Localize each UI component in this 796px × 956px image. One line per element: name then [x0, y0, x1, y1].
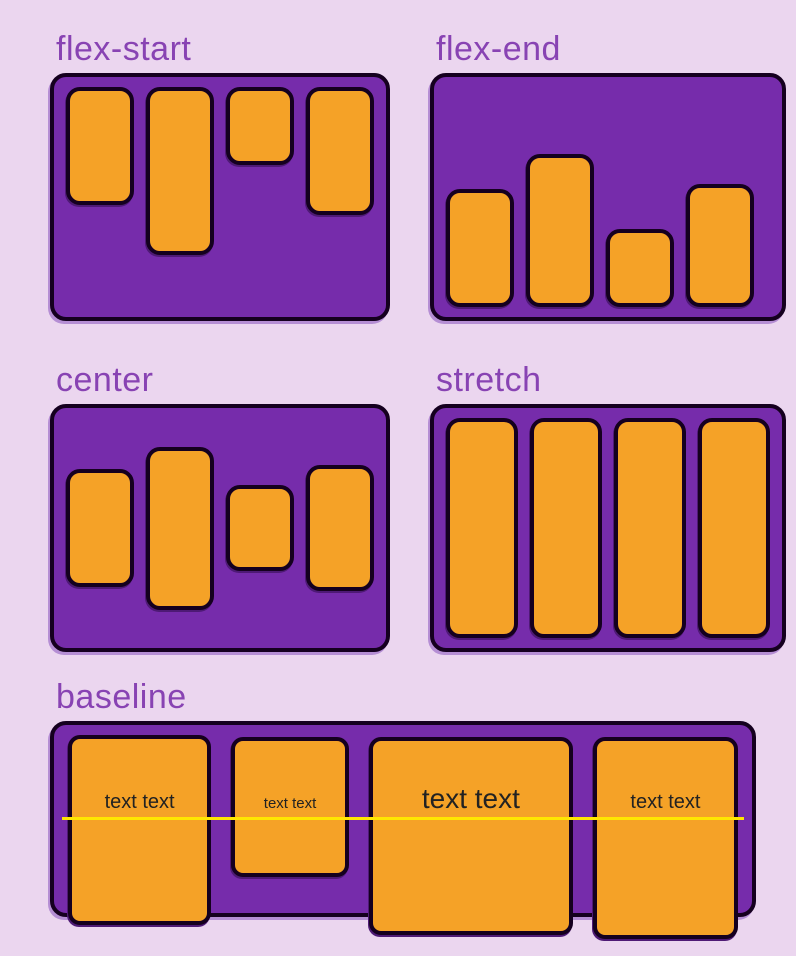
item-text: text text	[630, 791, 700, 814]
flex-item	[530, 418, 602, 638]
flex-item	[446, 418, 518, 638]
flex-item	[226, 485, 294, 571]
label-baseline: baseline	[56, 678, 756, 717]
flex-item	[526, 154, 594, 307]
flex-item	[306, 465, 374, 591]
flex-item	[226, 87, 294, 165]
container-stretch	[430, 404, 786, 652]
example-flex-end: flex-end	[430, 30, 786, 321]
example-stretch: stretch	[430, 361, 786, 652]
flex-item: text text	[593, 737, 738, 939]
label-flex-end: flex-end	[436, 30, 786, 69]
label-center: center	[56, 361, 390, 400]
flex-item	[66, 469, 134, 587]
flex-item	[146, 447, 214, 610]
flex-item	[146, 87, 214, 255]
flex-item	[698, 418, 770, 638]
example-flex-start: flex-start	[50, 30, 390, 321]
flex-item	[614, 418, 686, 638]
item-text: text text	[422, 783, 520, 815]
example-baseline: baseline text text text text text text t…	[0, 678, 796, 917]
flex-item	[606, 229, 674, 307]
flex-item	[686, 184, 754, 307]
baseline-guide-line	[62, 817, 744, 820]
flex-item: text text	[231, 737, 349, 877]
flex-item	[66, 87, 134, 205]
container-baseline: text text text text text text text text	[50, 721, 756, 917]
container-flex-start	[50, 73, 390, 321]
flex-item: text text	[68, 735, 211, 925]
flex-item	[446, 189, 514, 307]
example-center: center	[50, 361, 390, 652]
label-flex-start: flex-start	[56, 30, 390, 69]
flex-item	[306, 87, 374, 215]
flex-item: text text	[369, 737, 573, 935]
item-text: text text	[264, 795, 317, 812]
container-center	[50, 404, 390, 652]
label-stretch: stretch	[436, 361, 786, 400]
container-flex-end	[430, 73, 786, 321]
item-text: text text	[105, 791, 175, 814]
